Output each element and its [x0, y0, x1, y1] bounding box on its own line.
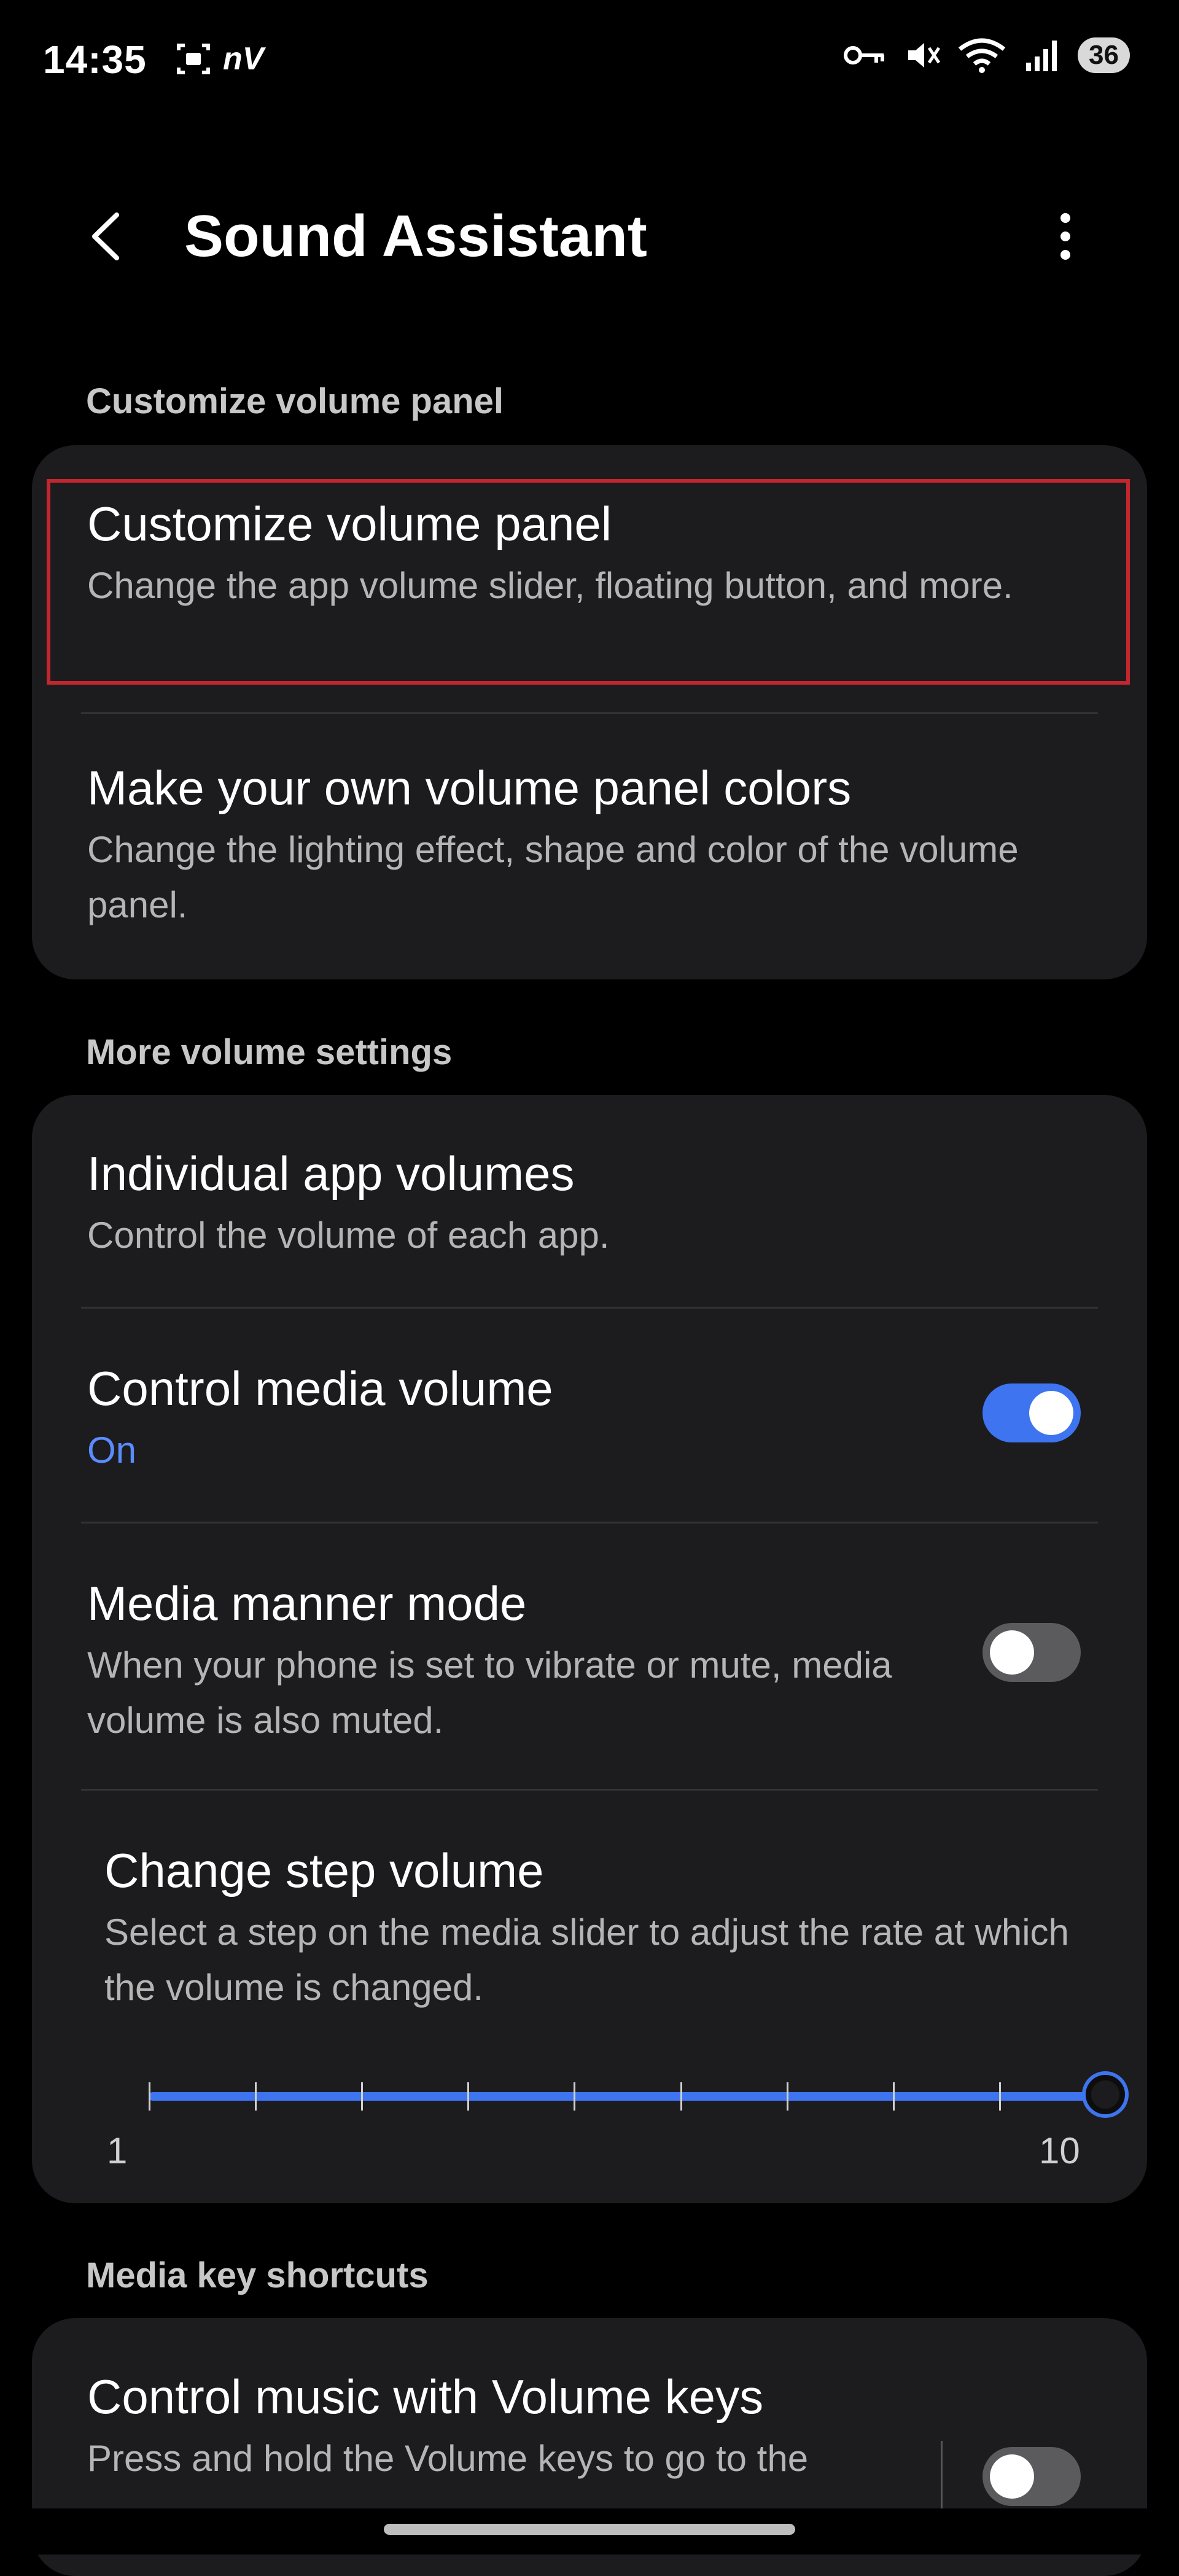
item-volume-panel-colors[interactable]: Make your own volume panel colors Change…: [87, 758, 1092, 933]
back-button[interactable]: [80, 203, 135, 270]
item-subtitle: Select a step on the media slider to adj…: [104, 1911, 1069, 2008]
signal-icon: [1026, 41, 1057, 71]
slider-tick: [680, 2082, 682, 2111]
app-bar: Sound Assistant: [0, 178, 1179, 295]
status-right-icons: 36: [843, 37, 1130, 74]
page-title: Sound Assistant: [184, 203, 647, 269]
slider-thumb[interactable]: [1086, 2075, 1125, 2114]
key-icon: [844, 46, 885, 64]
item-title: Change step volume: [104, 1843, 544, 1897]
slider-tick: [574, 2082, 576, 2111]
more-vert-icon: [1060, 213, 1070, 260]
network-label: nV: [223, 41, 264, 77]
item-title: Media manner mode: [87, 1576, 527, 1630]
slider-max-label: 10: [1039, 2130, 1080, 2171]
item-subtitle: Change the lighting effect, shape and co…: [87, 828, 1019, 925]
divider: [81, 1789, 1098, 1791]
chevron-left-icon: [92, 212, 119, 260]
wifi-icon: [958, 38, 1006, 73]
item-subtitle: When your phone is set to vibrate or mut…: [87, 1644, 892, 1741]
item-control-music-volume-keys[interactable]: Control music with Volume keys Press and…: [87, 2367, 944, 2486]
divider: [81, 712, 1098, 714]
item-subtitle: Press and hold the Volume keys to go to …: [87, 2437, 809, 2479]
status-left-icons: nV: [175, 41, 263, 77]
item-change-step-volume[interactable]: Change step volume Select a step on the …: [104, 1841, 1092, 2015]
slider-tick: [467, 2082, 470, 2111]
music-volume-keys-toggle[interactable]: [982, 2447, 1081, 2506]
slider-tick: [892, 2082, 895, 2111]
section-header-media-keys: Media key shortcuts: [86, 2255, 429, 2295]
item-individual-app-volumes[interactable]: Individual app volumes Control the volum…: [87, 1144, 1092, 1263]
card-more-volume-settings: Individual app volumes Control the volum…: [32, 1095, 1147, 2203]
toggle-knob: [990, 1630, 1034, 1675]
item-title: Control media volume: [87, 1361, 553, 1415]
section-header-customize: Customize volume panel: [86, 381, 504, 421]
slider-tick: [255, 2082, 257, 2111]
item-title: Individual app volumes: [87, 1146, 575, 1200]
home-indicator[interactable]: [384, 2524, 795, 2535]
step-volume-slider[interactable]: [118, 2071, 1125, 2120]
toggle-knob: [990, 2454, 1034, 2499]
slider-tick: [998, 2082, 1001, 2111]
item-control-media-volume[interactable]: Control media volume On: [87, 1359, 944, 1478]
item-title: Control music with Volume keys: [87, 2370, 764, 2424]
slider-tick: [786, 2082, 788, 2111]
item-title: Make your own volume panel colors: [87, 761, 852, 815]
mute-icon: [908, 43, 941, 68]
toggle-knob: [1029, 1391, 1073, 1435]
item-status: On: [87, 1429, 137, 1471]
slider-track: [149, 2092, 1119, 2101]
item-subtitle: Control the volume of each app.: [87, 1214, 610, 1256]
battery-badge: 36: [1078, 37, 1130, 73]
selection-highlight: [47, 479, 1130, 685]
more-options-button[interactable]: [1044, 203, 1087, 270]
status-bar: 14:35 nV 36: [0, 0, 1179, 123]
slider-min-label: 1: [107, 2130, 128, 2171]
divider: [81, 1307, 1098, 1309]
vertical-separator: [941, 2441, 943, 2508]
item-media-manner-mode[interactable]: Media manner mode When your phone is set…: [87, 1574, 944, 1748]
status-time: 14:35: [43, 37, 147, 82]
screen-record-icon: [177, 44, 210, 74]
divider: [81, 1522, 1098, 1523]
slider-tick: [149, 2082, 150, 2111]
media-volume-toggle[interactable]: [982, 1383, 1081, 1442]
slider-tick: [361, 2082, 364, 2111]
section-header-more-volume: More volume settings: [86, 1032, 453, 1072]
media-manner-toggle[interactable]: [982, 1623, 1081, 1682]
